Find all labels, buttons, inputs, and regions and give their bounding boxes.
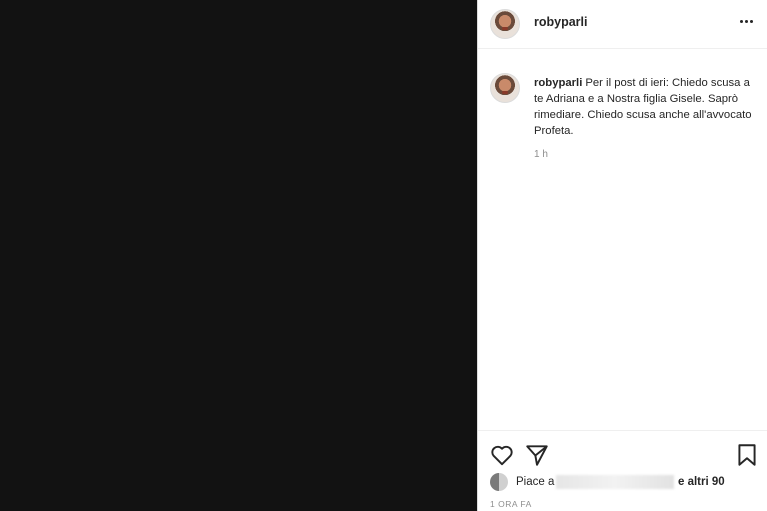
caption-avatar[interactable] bbox=[490, 73, 520, 103]
post-header: robyparli bbox=[478, 0, 767, 49]
post-sidebar: robyparli robyparli Per il post di ieri: … bbox=[478, 0, 767, 511]
bookmark-icon[interactable] bbox=[734, 442, 760, 468]
likes-prefix: Piace a bbox=[516, 476, 555, 488]
heart-icon[interactable] bbox=[489, 442, 515, 468]
post-image[interactable] bbox=[0, 0, 478, 511]
redacted-liker-name bbox=[556, 475, 674, 489]
caption-text: robyparli Per il post di ieri: Chiedo scu… bbox=[534, 75, 759, 139]
more-options-icon[interactable] bbox=[735, 10, 757, 32]
paper-plane-icon[interactable] bbox=[524, 442, 550, 468]
post-timestamp[interactable]: 1 ORA FA bbox=[490, 499, 532, 509]
likes-count[interactable]: e altri 90 bbox=[678, 476, 725, 488]
caption-username[interactable]: robyparli bbox=[534, 77, 582, 89]
header-username[interactable]: robyparli bbox=[534, 15, 588, 29]
liker-avatar[interactable] bbox=[490, 473, 508, 491]
caption-time[interactable]: 1 h bbox=[534, 149, 548, 160]
avatar[interactable] bbox=[490, 9, 520, 39]
action-bar bbox=[478, 430, 767, 471]
